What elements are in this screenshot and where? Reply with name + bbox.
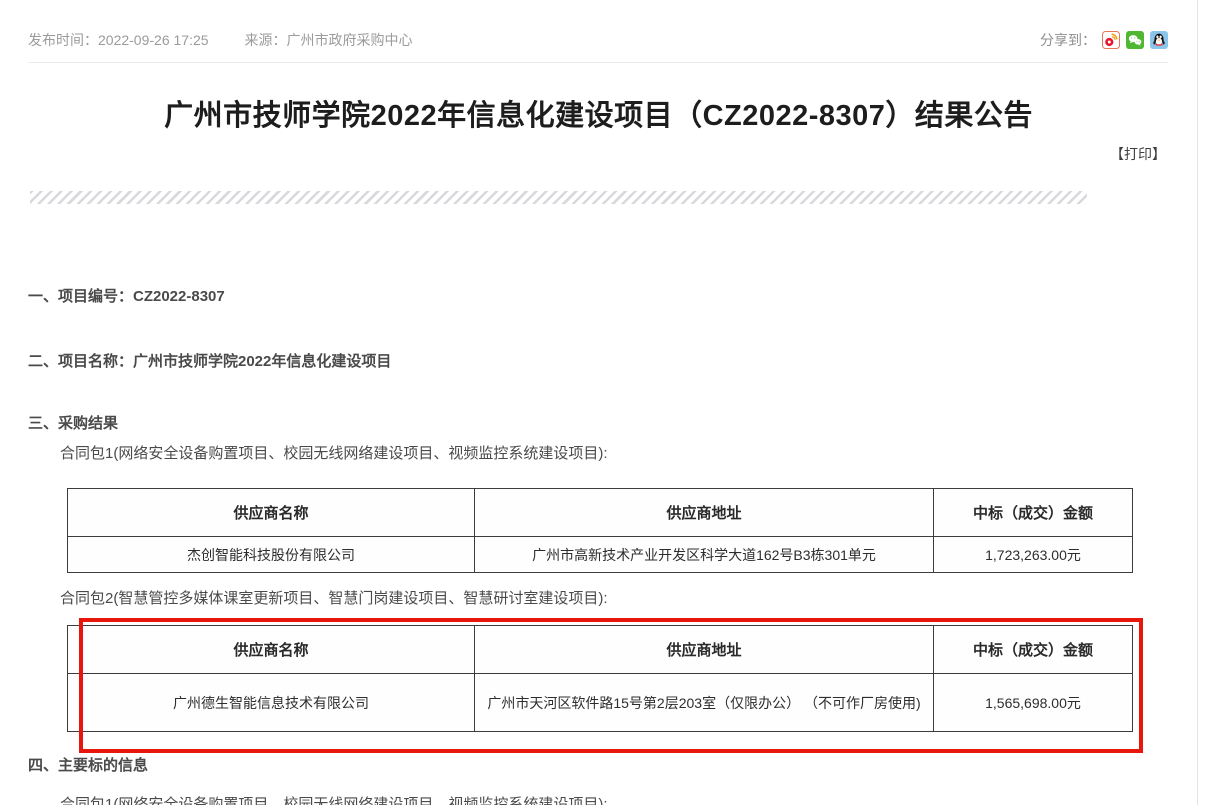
award-amount-cell: 1,565,698.00元 bbox=[934, 674, 1133, 732]
clipped-bottom-line: 合同包1(网络安全设备购置项目、校园无线网络建设项目、视频监控系统建设项目): bbox=[60, 796, 608, 805]
print-button[interactable]: 【打印】 bbox=[1110, 144, 1166, 164]
qq-icon[interactable] bbox=[1150, 31, 1168, 49]
divider-hatch bbox=[30, 191, 1087, 204]
col-supplier-name: 供应商名称 bbox=[68, 626, 475, 674]
package1-result-table: 供应商名称 供应商地址 中标（成交）金额 杰创智能科技股份有限公司 广州市高新技… bbox=[67, 488, 1133, 573]
meta-bar: 发布时间： 2022-09-26 17:25 来源： 广州市政府采购中心 分享到… bbox=[28, 0, 1168, 63]
publish-time-value: 2022-09-26 17:25 bbox=[98, 32, 209, 48]
weibo-icon[interactable] bbox=[1102, 31, 1120, 49]
package2-intro: 合同包2(智慧管控多媒体课室更新项目、智慧门岗建设项目、智慧研讨室建设项目): bbox=[60, 590, 608, 608]
package1-intro: 合同包1(网络安全设备购置项目、校园无线网络建设项目、视频监控系统建设项目): bbox=[60, 445, 608, 463]
source-value: 广州市政府采购中心 bbox=[287, 30, 413, 50]
col-supplier-address: 供应商地址 bbox=[475, 626, 934, 674]
section-procurement-result: 三、采购结果 bbox=[28, 415, 118, 433]
award-amount-cell: 1,723,263.00元 bbox=[934, 537, 1133, 573]
section-project-name: 二、项目名称：广州市技师学院2022年信息化建设项目 bbox=[28, 353, 391, 371]
share-label: 分享到： bbox=[1040, 30, 1096, 50]
announcement-page: 发布时间： 2022-09-26 17:25 来源： 广州市政府采购中心 分享到… bbox=[0, 0, 1218, 805]
section-main-bid-info: 四、主要标的信息 bbox=[28, 757, 148, 775]
table-header-row: 供应商名称 供应商地址 中标（成交）金额 bbox=[68, 489, 1133, 537]
page-right-border bbox=[1197, 0, 1198, 805]
source-label: 来源： bbox=[245, 30, 287, 50]
col-supplier-address: 供应商地址 bbox=[475, 489, 934, 537]
col-supplier-name: 供应商名称 bbox=[68, 489, 475, 537]
supplier-address-cell: 广州市高新技术产业开发区科学大道162号B3栋301单元 bbox=[475, 537, 934, 573]
wechat-icon[interactable] bbox=[1126, 31, 1144, 49]
col-award-amount: 中标（成交）金额 bbox=[934, 626, 1133, 674]
table-header-row: 供应商名称 供应商地址 中标（成交）金额 bbox=[68, 626, 1133, 674]
share-bar: 分享到： bbox=[1040, 30, 1168, 50]
table-row: 广州德生智能信息技术有限公司 广州市天河区软件路15号第2层203室（仅限办公）… bbox=[68, 674, 1133, 732]
supplier-name-cell: 杰创智能科技股份有限公司 bbox=[68, 537, 475, 573]
supplier-address-cell: 广州市天河区软件路15号第2层203室（仅限办公） （不可作厂房使用) bbox=[475, 674, 934, 732]
section-project-number: 一、项目编号：CZ2022-8307 bbox=[28, 288, 225, 306]
col-award-amount: 中标（成交）金额 bbox=[934, 489, 1133, 537]
publish-time-label: 发布时间： bbox=[28, 30, 98, 50]
table-row: 杰创智能科技股份有限公司 广州市高新技术产业开发区科学大道162号B3栋301单… bbox=[68, 537, 1133, 573]
page-title: 广州市技师学院2022年信息化建设项目（CZ2022-8307）结果公告 bbox=[0, 92, 1197, 134]
supplier-name-cell: 广州德生智能信息技术有限公司 bbox=[68, 674, 475, 732]
package2-result-table: 供应商名称 供应商地址 中标（成交）金额 广州德生智能信息技术有限公司 广州市天… bbox=[67, 625, 1133, 732]
